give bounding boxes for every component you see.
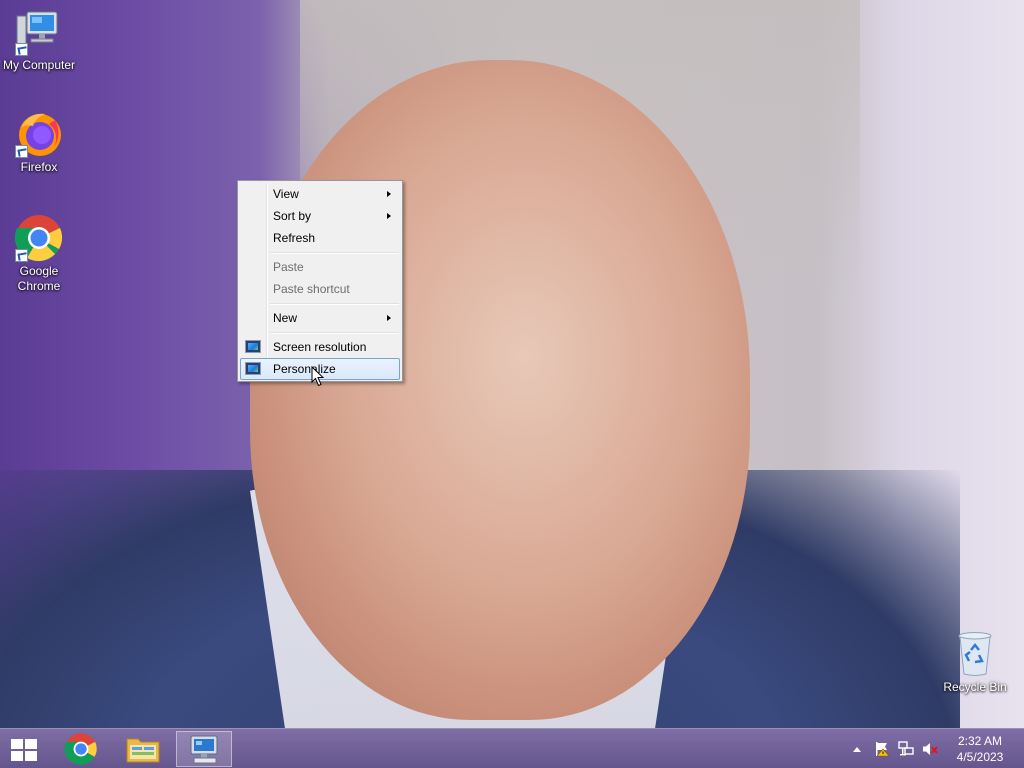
computer-icon bbox=[15, 8, 63, 56]
menu-separator bbox=[240, 329, 400, 336]
taskbar-clock[interactable]: 2:32 AM 4/5/2023 bbox=[948, 733, 1012, 765]
clock-date: 4/5/2023 bbox=[956, 750, 1004, 764]
clock-time: 2:32 AM bbox=[957, 734, 1003, 748]
menu-separator bbox=[240, 300, 400, 307]
shortcut-arrow-icon bbox=[15, 43, 28, 56]
menu-item-screen-resolution[interactable]: Screen resolution bbox=[240, 336, 400, 358]
submenu-arrow-icon bbox=[387, 191, 391, 197]
control-panel-taskbar-button[interactable] bbox=[176, 731, 232, 767]
menu-item-paste: Paste bbox=[240, 256, 400, 278]
taskbar: 2:32 AM 4/5/2023 bbox=[0, 728, 1024, 768]
chrome-icon bbox=[14, 214, 63, 262]
display-icon bbox=[245, 340, 261, 353]
desktop-icon-google-chrome[interactable]: Google Chrome bbox=[0, 214, 78, 294]
desktop-context-menu: View Sort by Refresh Paste Paste shortcu… bbox=[237, 180, 403, 382]
firefox-icon bbox=[15, 110, 63, 158]
desktop-icon-recycle-bin[interactable]: Recycle Bin bbox=[936, 630, 1014, 695]
desktop-background[interactable]: My Computer Firefox Google Chrome Recycl… bbox=[0, 0, 1024, 728]
menu-item-label: Sort by bbox=[273, 209, 312, 223]
desktop-icon-label: My Computer bbox=[2, 58, 76, 72]
shortcut-arrow-icon bbox=[15, 145, 28, 158]
folder-icon bbox=[126, 738, 160, 763]
chrome-icon bbox=[64, 733, 97, 765]
shortcut-arrow-icon bbox=[15, 249, 28, 262]
chrome-taskbar-button[interactable] bbox=[54, 731, 110, 767]
menu-item-label: View bbox=[273, 187, 299, 201]
recycle-bin-icon bbox=[951, 630, 999, 678]
menu-separator bbox=[240, 249, 400, 256]
menu-item-label: Refresh bbox=[273, 231, 316, 245]
windows-logo-icon bbox=[11, 739, 37, 761]
display-settings-icon bbox=[190, 735, 218, 764]
desktop-icon-label: Google Chrome bbox=[17, 264, 61, 293]
menu-item-new[interactable]: New bbox=[240, 307, 400, 329]
menu-item-sort-by[interactable]: Sort by bbox=[240, 205, 400, 227]
start-button[interactable] bbox=[0, 731, 48, 767]
wallpaper-portrait bbox=[250, 60, 750, 720]
desktop-icon-firefox[interactable]: Firefox bbox=[0, 110, 78, 175]
desktop-icon-label: Firefox bbox=[20, 160, 58, 174]
menu-item-label: New bbox=[273, 311, 298, 325]
menu-item-view[interactable]: View bbox=[240, 183, 400, 205]
file-explorer-taskbar-button[interactable] bbox=[115, 731, 171, 767]
menu-item-label: Paste shortcut bbox=[273, 282, 350, 296]
menu-item-label: Paste bbox=[273, 260, 304, 274]
menu-item-paste-shortcut: Paste shortcut bbox=[240, 278, 400, 300]
volume-muted-icon[interactable] bbox=[922, 741, 938, 757]
menu-item-label: Screen resolution bbox=[273, 340, 367, 354]
mouse-pointer-icon bbox=[311, 366, 325, 387]
submenu-arrow-icon bbox=[387, 315, 391, 321]
desktop-icon-label: Recycle Bin bbox=[943, 680, 1007, 694]
desktop-icon-my-computer[interactable]: My Computer bbox=[0, 8, 78, 73]
action-center-flag-icon[interactable] bbox=[874, 741, 890, 757]
network-icon[interactable] bbox=[898, 741, 914, 757]
show-hidden-icons-arrow-icon[interactable] bbox=[853, 747, 861, 752]
submenu-arrow-icon bbox=[387, 213, 391, 219]
menu-item-refresh[interactable]: Refresh bbox=[240, 227, 400, 249]
menu-item-label: Personalize bbox=[273, 362, 336, 376]
display-icon bbox=[245, 362, 261, 375]
